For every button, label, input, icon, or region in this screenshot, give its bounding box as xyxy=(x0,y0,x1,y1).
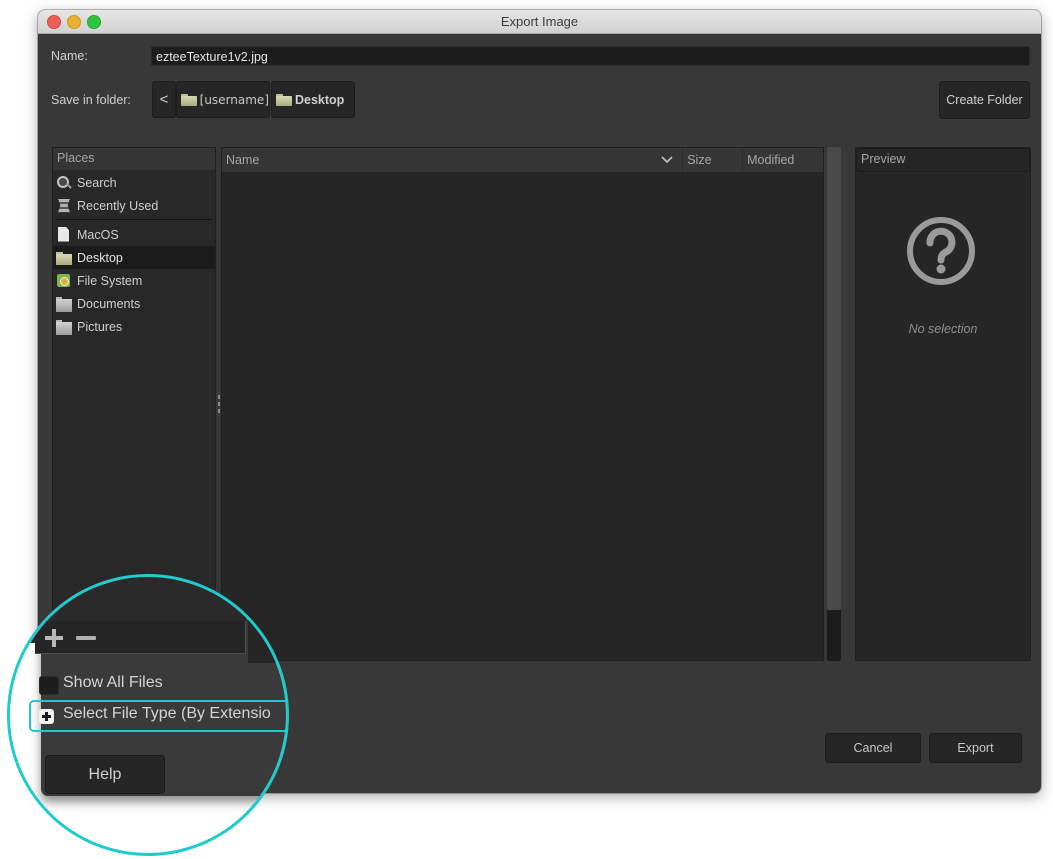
folder-icon xyxy=(56,250,72,266)
place-search[interactable]: Search xyxy=(53,171,215,194)
scrollbar-thumb[interactable] xyxy=(827,147,841,610)
place-macos[interactable]: MacOS xyxy=(53,223,215,246)
folder-icon xyxy=(276,93,292,106)
place-label: Recently Used xyxy=(77,198,159,213)
select-file-type-expander[interactable]: Select File Type (By Extensio xyxy=(63,705,271,723)
remove-place-icon[interactable] xyxy=(76,636,96,640)
place-label: File System xyxy=(77,273,143,288)
breadcrumb-desktop-label: Desktop xyxy=(295,92,345,107)
chevron-down-icon xyxy=(661,156,673,164)
column-header-name[interactable]: Name xyxy=(222,148,684,172)
places-add-remove-bar xyxy=(35,621,246,654)
preview-empty-text: No selection xyxy=(908,322,978,336)
place-documents[interactable]: Documents xyxy=(53,292,215,315)
folder-icon xyxy=(56,296,72,312)
file-list-header: Name Size Modified xyxy=(222,148,823,172)
file-name-input[interactable]: ezteeTexture1v2.jpg xyxy=(151,46,1030,66)
place-label: Desktop xyxy=(77,250,123,265)
place-recently-used[interactable]: Recently Used xyxy=(53,194,215,217)
breadcrumb-username-label: [username] xyxy=(199,92,269,107)
save-in-folder-label: Save in folder: xyxy=(51,93,131,107)
folder-icon xyxy=(181,93,197,106)
drive-icon xyxy=(56,227,72,243)
place-label: Documents xyxy=(77,296,141,311)
pane-resize-handle[interactable] xyxy=(218,395,220,415)
file-system-icon xyxy=(56,273,72,289)
question-circle-icon xyxy=(907,217,975,285)
place-pictures[interactable]: Pictures xyxy=(53,315,215,338)
breadcrumb-username[interactable]: [username] xyxy=(176,81,270,118)
show-all-files-label[interactable]: Show All Files xyxy=(63,674,163,692)
breadcrumb-back-button[interactable]: < xyxy=(152,81,176,118)
column-header-size[interactable]: Size xyxy=(683,148,744,172)
place-desktop[interactable]: Desktop xyxy=(53,246,215,269)
plus-expander-icon[interactable] xyxy=(39,709,54,724)
cancel-button[interactable]: Cancel xyxy=(825,733,921,763)
file-list[interactable]: Name Size Modified xyxy=(221,147,824,661)
help-button[interactable]: Help xyxy=(45,755,165,794)
name-label: Name: xyxy=(51,49,88,63)
search-icon xyxy=(56,175,72,191)
preview-panel: Preview No selection xyxy=(855,147,1031,661)
magnifier-callout: Show All Files Select File Type (By Exte… xyxy=(7,574,289,856)
breadcrumb-desktop[interactable]: Desktop xyxy=(271,81,355,118)
folder-icon xyxy=(56,319,72,335)
title-bar[interactable]: Export Image xyxy=(38,10,1041,34)
add-place-icon[interactable] xyxy=(44,628,64,648)
place-label: Pictures xyxy=(77,319,123,334)
window-title: Export Image xyxy=(500,14,579,29)
recently-used-icon xyxy=(56,198,72,214)
places-divider xyxy=(56,219,212,220)
export-button[interactable]: Export xyxy=(929,733,1022,763)
column-header-modified[interactable]: Modified xyxy=(743,148,823,172)
places-sidebar: Places Search Recently Used MacOS Deskto… xyxy=(52,147,216,621)
preview-header: Preview xyxy=(856,148,1030,172)
magnified-file-list xyxy=(248,577,286,663)
chevron-left-icon: < xyxy=(159,91,169,108)
place-label: MacOS xyxy=(77,227,119,242)
show-all-files-checkbox[interactable] xyxy=(39,676,59,695)
place-file-system[interactable]: File System xyxy=(53,269,215,292)
places-header: Places xyxy=(53,148,215,171)
file-list-scrollbar[interactable] xyxy=(827,147,841,661)
create-folder-button[interactable]: Create Folder xyxy=(939,81,1030,119)
place-label: Search xyxy=(77,175,117,190)
